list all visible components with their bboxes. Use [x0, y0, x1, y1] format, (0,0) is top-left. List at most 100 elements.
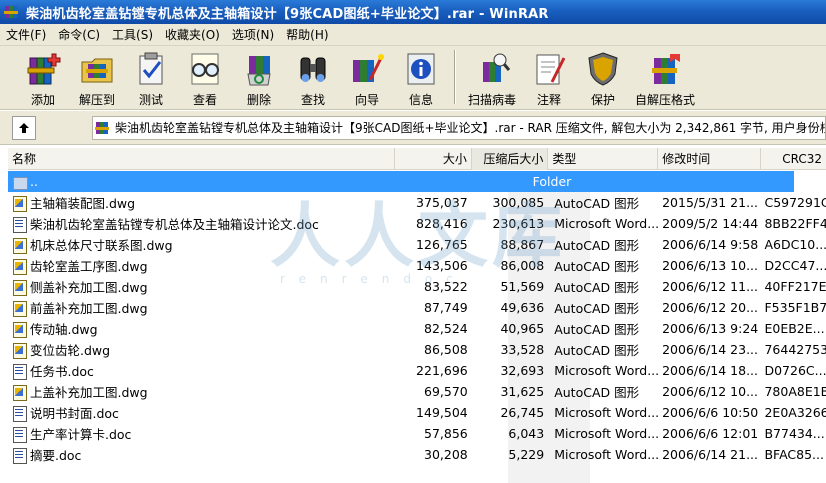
- file-name-cell: 上盖补充加工图.dwg: [8, 382, 395, 401]
- file-row[interactable]: 生产率计算卡.doc 57,856 6,043 Microsoft Word... 20…: [8, 423, 826, 444]
- file-type: AutoCAD 图形: [554, 238, 640, 253]
- file-row[interactable]: 上盖补充加工图.dwg 69,570 31,625 AutoCAD 图形 2006/6/…: [8, 381, 826, 402]
- autocad-file-icon: [12, 342, 28, 359]
- column-size[interactable]: 大小: [395, 148, 472, 170]
- file-name: 主轴箱装配图.dwg: [30, 196, 136, 211]
- menu-file[interactable]: 文件(F): [0, 25, 52, 45]
- file-list[interactable]: .. Folder 主轴箱装配图.dwg 375,037 300,085 AutoCAD …: [8, 171, 826, 483]
- file-name-cell: 摘要.doc: [8, 445, 395, 464]
- wizard-button[interactable]: 向导: [340, 46, 394, 108]
- file-crc: 8BB22FF4: [764, 216, 826, 231]
- file-crc: 2E0A3266: [764, 405, 826, 420]
- column-packed[interactable]: 压缩后大小: [471, 148, 549, 170]
- parent-folder-row[interactable]: .. Folder: [8, 171, 794, 192]
- address-bar: 柴油机齿轮室盖钻镗专机总体及主轴箱设计【9张CAD图纸+毕业论文】.rar - …: [0, 111, 826, 145]
- word-file-icon: [12, 405, 28, 422]
- file-crc: 76442753: [764, 342, 826, 357]
- file-name: 说明书封面.doc: [30, 406, 119, 421]
- autocad-file-icon: [12, 300, 28, 317]
- file-packed-size: 31,625: [500, 384, 545, 399]
- file-packed-size: 300,085: [492, 195, 545, 210]
- add-button[interactable]: 添加: [16, 46, 70, 108]
- autocad-file-icon: [12, 384, 28, 401]
- file-row[interactable]: 主轴箱装配图.dwg 375,037 300,085 AutoCAD 图形 2015/5…: [8, 192, 826, 213]
- file-row[interactable]: 传动轴.dwg 82,524 40,965 AutoCAD 图形 2006/6/13 9…: [8, 318, 826, 339]
- sfx-button[interactable]: 自解压格式: [630, 46, 700, 108]
- menu-command[interactable]: 命令(C): [52, 25, 106, 45]
- file-crc: A6DC10...: [764, 237, 826, 252]
- menu-favorites[interactable]: 收藏夹(O): [159, 25, 226, 45]
- file-row[interactable]: 变位齿轮.dwg 86,508 33,528 AutoCAD 图形 2006/6/14 …: [8, 339, 826, 360]
- protect-button[interactable]: 保护: [576, 46, 630, 108]
- title-bar[interactable]: 柴油机齿轮室盖钻镗专机总体及主轴箱设计【9张CAD图纸+毕业论文】.rar - …: [0, 0, 826, 24]
- autocad-file-icon: [12, 321, 28, 338]
- file-name-cell: 任务书.doc: [8, 361, 395, 380]
- file-type: AutoCAD 图形: [554, 301, 640, 316]
- test-clipboard-icon: [132, 50, 170, 88]
- file-name: 前盖补充加工图.dwg: [30, 301, 148, 316]
- file-row[interactable]: 柴油机齿轮室盖钻镗专机总体及主轴箱设计论文.doc 828,416 230,613 M…: [8, 213, 826, 234]
- autocad-file-icon: [12, 195, 28, 212]
- file-name: 柴油机齿轮室盖钻镗专机总体及主轴箱设计论文.doc: [30, 217, 319, 232]
- comment-label: 注释: [536, 93, 561, 107]
- extract-to-button[interactable]: 解压到: [70, 46, 124, 108]
- word-file-icon: [12, 447, 28, 464]
- file-row[interactable]: 前盖补充加工图.dwg 87,749 49,636 AutoCAD 图形 2006/6/…: [8, 297, 826, 318]
- file-row[interactable]: 任务书.doc 221,696 32,693 Microsoft Word... 200…: [8, 360, 826, 381]
- scan-virus-button[interactable]: 扫描病毒: [462, 46, 522, 108]
- menu-options[interactable]: 选项(N): [226, 25, 280, 45]
- file-row[interactable]: 说明书封面.doc 149,504 26,745 Microsoft Word... 2…: [8, 402, 826, 423]
- column-name[interactable]: 名称: [8, 148, 396, 170]
- find-button[interactable]: 查找: [286, 46, 340, 108]
- file-size: 57,856: [424, 426, 468, 441]
- file-size: 87,749: [424, 300, 468, 315]
- delete-button[interactable]: 删除: [232, 46, 286, 108]
- file-packed-size: 51,569: [500, 279, 545, 294]
- column-type[interactable]: 类型: [548, 148, 659, 170]
- file-modified: 2006/6/14 9:58: [662, 237, 759, 252]
- file-name-cell: 传动轴.dwg: [8, 319, 395, 338]
- add-archive-icon: [24, 50, 62, 88]
- info-label: 信息: [408, 93, 433, 107]
- file-size: 69,570: [424, 384, 468, 399]
- info-button[interactable]: 信息: [394, 46, 448, 108]
- file-row[interactable]: 齿轮室盖工序图.dwg 143,506 86,008 AutoCAD 图形 2006/6…: [8, 255, 826, 276]
- file-row[interactable]: 摘要.doc 30,208 5,229 Microsoft Word... 2006/6…: [8, 444, 826, 465]
- column-crc[interactable]: CRC32: [761, 148, 826, 170]
- file-size: 30,208: [424, 447, 468, 462]
- file-type: AutoCAD 图形: [554, 280, 640, 295]
- archive-path-text: 柴油机齿轮室盖钻镗专机总体及主轴箱设计【9张CAD图纸+毕业论文】.rar - …: [115, 121, 826, 135]
- view-button[interactable]: 查看: [178, 46, 232, 108]
- file-packed-size: 32,693: [500, 363, 545, 378]
- up-folder-button[interactable]: [12, 115, 36, 140]
- file-name-cell: 柴油机齿轮室盖钻镗专机总体及主轴箱设计论文.doc: [8, 214, 395, 233]
- file-modified: 2006/6/14 18...: [662, 363, 759, 378]
- file-modified: 2006/6/6 12:01: [662, 426, 759, 441]
- file-type: Microsoft Word...: [554, 216, 659, 231]
- file-modified: 2006/6/13 9:24: [662, 321, 759, 336]
- file-modified: 2006/6/14 21...: [662, 447, 759, 462]
- file-modified: 2006/6/13 10...: [662, 258, 759, 273]
- comment-button[interactable]: 注释: [522, 46, 576, 108]
- file-row[interactable]: 机床总体尺寸联系图.dwg 126,765 88,867 AutoCAD 图形 2006…: [8, 234, 826, 255]
- file-packed-size: 40,965: [500, 321, 545, 336]
- file-packed-size: 88,867: [500, 237, 545, 252]
- test-button[interactable]: 测试: [124, 46, 178, 108]
- file-packed-size: 5,229: [508, 447, 545, 462]
- protect-shield-icon: [584, 50, 622, 88]
- menu-tools[interactable]: 工具(S): [106, 25, 159, 45]
- archive-path-field[interactable]: 柴油机齿轮室盖钻镗专机总体及主轴箱设计【9张CAD图纸+毕业论文】.rar - …: [92, 115, 826, 140]
- scan-virus-label: 扫描病毒: [467, 93, 516, 107]
- file-row[interactable]: 侧盖补充加工图.dwg 83,522 51,569 AutoCAD 图形 2006/6/…: [8, 276, 826, 297]
- menu-help[interactable]: 帮助(H): [280, 25, 334, 45]
- extract-folder-icon: [78, 50, 116, 88]
- file-modified: 2006/6/6 10:50: [662, 405, 759, 420]
- file-name-cell: ..: [8, 174, 379, 190]
- add-label: 添加: [30, 93, 55, 107]
- file-size: 126,765: [416, 237, 468, 252]
- column-modified[interactable]: 修改时间: [658, 148, 761, 170]
- file-list-header: 名称 大小 压缩后大小 类型 修改时间 CRC32: [8, 148, 826, 170]
- delete-recycle-icon: [240, 50, 278, 88]
- file-modified: 2006/6/12 20...: [662, 300, 759, 315]
- file-modified: 2006/6/12 10...: [662, 384, 759, 399]
